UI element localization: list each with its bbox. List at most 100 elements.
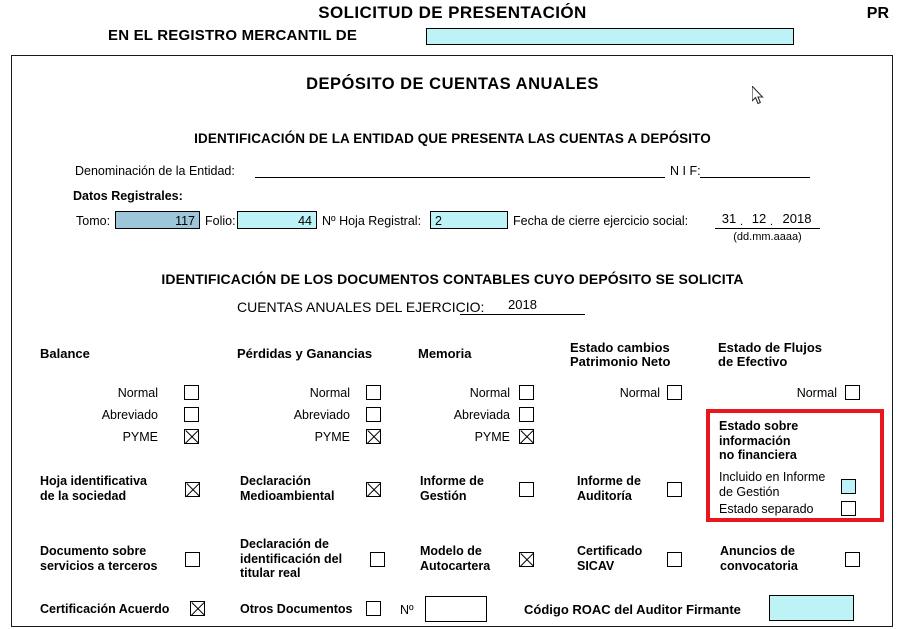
doc-label-line-2: Medioambiental [240, 488, 335, 503]
doc-label-certificacion-acuerdo: Certificación Acuerdo [40, 602, 170, 616]
fiscal-year-input[interactable]: 2018 [470, 297, 575, 312]
doc-label-anuncios-convocatoria: Anuncios de convocatoria [720, 544, 820, 573]
registry-data-heading: Datos Registrales: [73, 189, 183, 203]
documents-section-title: IDENTIFICACIÓN DE LOS DOCUMENTOS CONTABL… [161, 271, 744, 287]
folio-input[interactable]: 44 [237, 211, 317, 229]
otros-documentos-count-label: Nº [400, 603, 414, 617]
checkbox-non-financial-included-in-management-report[interactable] [841, 479, 856, 494]
doc-label-line-1: Modelo de [420, 544, 482, 558]
option-label-memoria-normal: Normal [469, 386, 510, 400]
doc-label-line-2: servicios a terceros [40, 558, 158, 573]
closing-date-year-input[interactable]: 2018 [778, 211, 816, 226]
doc-label-line-1: Informe de [420, 474, 484, 488]
doc-label-line-1: Anuncios de [720, 544, 796, 558]
non-financial-title-line-3: no financiera [719, 448, 797, 462]
doc-label-line-1: Hoja identificativa [40, 474, 147, 488]
doc-label-informe-auditoria: Informe de Auditoría [577, 474, 672, 503]
checkbox-memoria-normal[interactable] [519, 385, 534, 400]
doc-label-line-1: Documento sobre [40, 544, 147, 558]
deposit-section-title: DEPÓSITO DE CUENTAS ANUALES [306, 75, 599, 93]
checkbox-memoria-abreviada[interactable] [519, 407, 534, 422]
fiscal-year-label: CUENTAS ANUALES DEL EJERCICIO: [237, 299, 485, 315]
doc-label-line-2: convocatoria [720, 558, 798, 573]
doc-label-line-3: titular real [240, 566, 301, 580]
non-financial-title-line-2: información [719, 433, 791, 448]
option-label-efe-normal: Normal [796, 386, 837, 400]
checkbox-balance-normal[interactable] [184, 385, 199, 400]
doc-label-line-2: Auditoría [577, 488, 632, 503]
doc-label-line-2: SICAV [577, 558, 615, 573]
heading-line-2: Patrimonio Neto [570, 354, 671, 369]
option-label-pyg-pyme: PYME [314, 430, 350, 444]
doc-label-declaracion-titular-real: Declaración de identificación del titula… [240, 537, 368, 581]
closing-date-label: Fecha de cierre ejercicio social: [513, 214, 689, 228]
closing-date-month-input[interactable]: 12 [748, 211, 770, 226]
roac-code-input[interactable] [769, 595, 854, 621]
option-label-memoria-abreviada: Abreviada [453, 408, 510, 422]
checkbox-non-financial-separate-statement[interactable] [841, 501, 856, 516]
fiscal-year-rule [460, 314, 585, 315]
nif-input[interactable] [700, 177, 810, 178]
doc-label-line-1: Informe de [577, 474, 641, 488]
date-separator: . [770, 216, 774, 228]
checkbox-informe-gestion[interactable] [519, 482, 534, 497]
closing-date-day-input[interactable]: 31 [718, 211, 740, 226]
option-label-balance-normal: Normal [117, 386, 158, 400]
heading-line-1: Estado cambios [570, 340, 670, 355]
tomo-input[interactable]: 117 [115, 211, 200, 229]
doc-label-certificado-sicav: Certificado SICAV [577, 544, 669, 573]
column-heading-perdidas-ganancias: Pérdidas y Ganancias [237, 346, 373, 361]
checkbox-informe-auditoria[interactable] [667, 482, 682, 497]
option-label-balance-abreviado: Abreviado [101, 408, 158, 422]
entity-name-input[interactable] [255, 177, 665, 178]
checkbox-pyg-abreviado[interactable] [366, 407, 381, 422]
checkbox-efe-normal[interactable] [845, 385, 860, 400]
non-financial-title-line-1: Estado sobre [719, 419, 799, 433]
checkbox-ecpn-normal[interactable] [667, 385, 682, 400]
checkbox-anuncios-convocatoria[interactable] [845, 552, 860, 567]
checkbox-declaracion-medioambiental[interactable] [366, 482, 381, 497]
non-financial-option-included-label: Incluido en Informe de Gestión [719, 470, 841, 500]
date-format-hint: (dd.mm.aaaa) [733, 231, 802, 243]
heading-line-2: de Efectivo [718, 354, 788, 369]
hoja-registral-input[interactable]: 2 [430, 211, 508, 229]
otros-documentos-count-input[interactable] [425, 596, 487, 622]
checkbox-certificado-sicav[interactable] [667, 552, 682, 567]
option-label-memoria-pyme: PYME [474, 430, 510, 444]
doc-label-line-2: identificación del [240, 551, 343, 566]
page-title: SOLICITUD DE PRESENTACIÓN [318, 3, 587, 22]
closing-date-rule [715, 228, 820, 229]
doc-label-informe-gestion: Informe de Gestión [420, 474, 515, 503]
option-label-pyg-abreviado: Abreviado [293, 408, 350, 422]
checkbox-modelo-autocartera[interactable] [519, 552, 534, 567]
option-line-2: de Gestión [719, 485, 780, 499]
checkbox-pyg-pyme[interactable] [366, 429, 381, 444]
option-label-ecpn-normal: Normal [619, 386, 660, 400]
roac-code-label: Código ROAC del Auditor Firmante [524, 602, 741, 617]
doc-label-line-2: Gestión [420, 488, 467, 503]
mouse-cursor-icon [752, 86, 764, 105]
heading-line-1: Estado de Flujos [718, 340, 823, 355]
entity-name-label: Denominación de la Entidad: [75, 164, 235, 178]
form-code-label: PR [866, 5, 889, 22]
column-heading-estado-flujos-efectivo: Estado de Flujos de Efectivo [718, 341, 822, 369]
checkbox-balance-pyme[interactable] [184, 429, 199, 444]
registry-office-label: EN EL REGISTRO MERCANTIL DE [108, 27, 358, 44]
checkbox-certificacion-acuerdo[interactable] [190, 601, 205, 616]
doc-label-line-1: Declaración de [240, 537, 329, 551]
date-separator: . [740, 216, 744, 228]
checkbox-memoria-pyme[interactable] [519, 429, 534, 444]
checkbox-balance-abreviado[interactable] [184, 407, 199, 422]
entity-section-title: IDENTIFICACIÓN DE LA ENTIDAD QUE PRESENT… [194, 131, 711, 146]
checkbox-pyg-normal[interactable] [366, 385, 381, 400]
checkbox-declaracion-titular-real[interactable] [370, 552, 385, 567]
doc-label-line-1: Certificado [577, 544, 643, 558]
folio-label: Folio: [205, 214, 236, 228]
doc-label-line-2: Autocartera [420, 558, 491, 573]
registry-office-input[interactable] [426, 28, 794, 45]
nif-label: N I F: [670, 164, 701, 178]
checkbox-documento-servicios-terceros[interactable] [185, 552, 200, 567]
hoja-registral-label: Nº Hoja Registral: [322, 214, 422, 228]
checkbox-otros-documentos[interactable] [366, 601, 381, 616]
checkbox-hoja-identificativa[interactable] [185, 482, 200, 497]
